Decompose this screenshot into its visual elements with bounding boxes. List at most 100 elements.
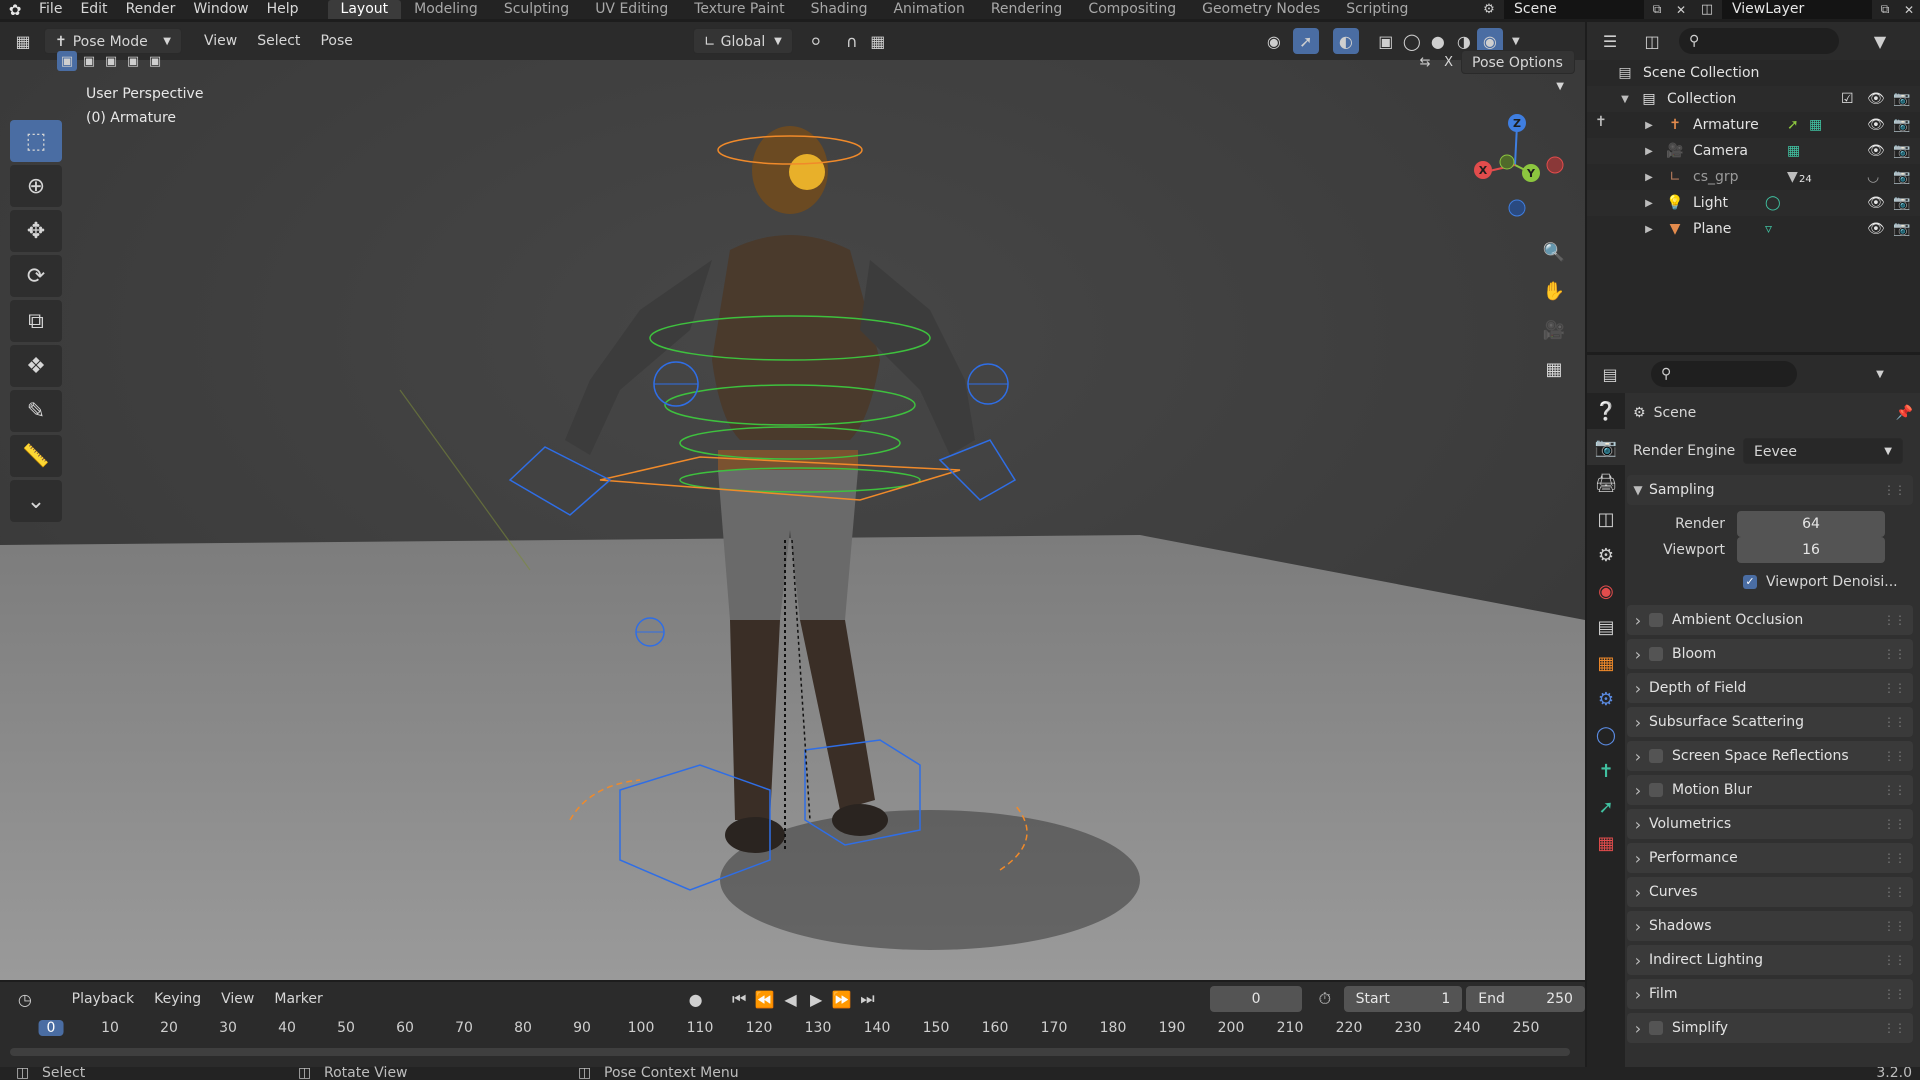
menu-file[interactable]: File	[30, 0, 71, 19]
select-intersect-icon[interactable]: ▣	[145, 51, 165, 71]
jump-end-icon[interactable]: ⏭	[855, 986, 881, 1012]
panel-enable-checkbox[interactable]	[1649, 749, 1663, 763]
panel-indirect-lighting[interactable]: › Indirect Lighting ⋮⋮	[1627, 945, 1913, 975]
physics-tab-icon[interactable]: ◯	[1587, 717, 1625, 753]
annotate-icon[interactable]: ✎	[10, 390, 62, 432]
outliner-filter-side-icon[interactable]: ✝	[1595, 114, 1607, 130]
tab-compositing[interactable]: Compositing	[1075, 0, 1189, 19]
expand-arrow-icon[interactable]: ▼	[1615, 89, 1635, 109]
tab-shading[interactable]: Shading	[798, 0, 881, 19]
render-camera-icon[interactable]: 📷	[1893, 91, 1910, 107]
render-engine-dropdown[interactable]: Eevee ▼	[1743, 438, 1903, 464]
gizmo-toggle-icon[interactable]: ➚	[1292, 28, 1319, 54]
tab-uv-editing[interactable]: UV Editing	[582, 0, 681, 19]
scene-selector-icon[interactable]: ⚙	[1474, 0, 1504, 19]
drag-handle-icon[interactable]: ⋮⋮	[1883, 483, 1906, 497]
outliner-row-light[interactable]: ▶ 💡 Light ◯ 👁 📷	[1587, 190, 1920, 216]
sampling-viewport-field[interactable]: 16	[1737, 537, 1885, 563]
stopwatch-icon[interactable]: ⏱	[1312, 986, 1338, 1012]
xray-icon[interactable]: ▣	[1373, 28, 1399, 54]
render-tab-icon[interactable]: 📷	[1587, 429, 1625, 465]
panel-screen-space-reflections[interactable]: › Screen Space Reflections ⋮⋮	[1627, 741, 1913, 771]
drag-handle-icon[interactable]: ⋮⋮	[1883, 647, 1906, 661]
drag-handle-icon[interactable]: ⋮⋮	[1883, 783, 1906, 797]
pin-icon[interactable]: 📌	[1896, 405, 1913, 421]
viewport-menu-view[interactable]: View	[194, 28, 247, 54]
start-frame-field[interactable]: Start 1	[1343, 986, 1463, 1012]
pose-options-dropdown[interactable]: Pose Options ▼	[1461, 50, 1575, 92]
outliner-row-plane[interactable]: ▶ ▼ Plane ▿ 👁 📷	[1587, 216, 1920, 242]
panel-performance[interactable]: › Performance ⋮⋮	[1627, 843, 1913, 873]
panel-bloom[interactable]: › Bloom ⋮⋮	[1627, 639, 1913, 669]
end-frame-field[interactable]: End 250	[1466, 986, 1585, 1012]
drag-handle-icon[interactable]: ⋮⋮	[1883, 749, 1906, 763]
eye-icon[interactable]: 👁	[1867, 195, 1885, 211]
measure-icon[interactable]: 📏	[10, 435, 62, 477]
drag-handle-icon[interactable]: ⋮⋮	[1883, 919, 1906, 933]
select-box-icon[interactable]: ⬚	[10, 120, 62, 162]
menu-window[interactable]: Window	[184, 0, 257, 19]
menu-help[interactable]: Help	[258, 0, 308, 19]
current-frame-marker[interactable]: 0	[38, 1020, 64, 1036]
outliner-row-armature[interactable]: ▶ ✝ Armature ➚ ▦ 👁 📷	[1587, 112, 1920, 138]
properties-editor-type-icon[interactable]: ▤	[1597, 361, 1623, 387]
panel-film[interactable]: › Film ⋮⋮	[1627, 979, 1913, 1009]
collection-tab-icon[interactable]: ▤	[1587, 609, 1625, 645]
drag-handle-icon[interactable]: ⋮⋮	[1883, 1021, 1906, 1035]
display-mode-icon[interactable]: ◫	[1639, 28, 1665, 54]
record-icon[interactable]: ●	[683, 986, 709, 1012]
timeline-scrollbar[interactable]	[10, 1048, 1570, 1056]
viewport-menu-pose[interactable]: Pose	[310, 28, 362, 54]
drag-handle-icon[interactable]: ⋮⋮	[1883, 817, 1906, 831]
modifier-tab-icon[interactable]: ⚙	[1587, 681, 1625, 717]
cursor-icon[interactable]: ⊕	[10, 165, 62, 207]
viewport-menu-select[interactable]: Select	[247, 28, 310, 54]
eye-icon[interactable]: 👁	[1867, 117, 1885, 133]
texture-tab-icon[interactable]: ▦	[1587, 825, 1625, 861]
view-layer-field[interactable]: ViewLayer	[1722, 0, 1872, 19]
expand-arrow-icon[interactable]: ▶	[1639, 219, 1659, 239]
drag-handle-icon[interactable]: ⋮⋮	[1883, 987, 1906, 1001]
timeline-menu-keying[interactable]: Keying	[144, 986, 211, 1012]
timeline-editor-type-icon[interactable]: ◷	[12, 986, 38, 1012]
editor-type-icon[interactable]: ▦	[10, 28, 36, 54]
drag-handle-icon[interactable]: ⋮⋮	[1883, 681, 1906, 695]
expand-arrow-icon[interactable]: ▶	[1639, 115, 1659, 135]
snap-target-icon[interactable]: ▦	[865, 28, 891, 54]
drag-handle-icon[interactable]: ⋮⋮	[1883, 953, 1906, 967]
collection-row[interactable]: ▼ ▤ Collection ☑ 👁 📷	[1587, 86, 1920, 112]
prev-keyframe-icon[interactable]: ⏪	[752, 986, 778, 1012]
render-camera-icon[interactable]: 📷	[1893, 195, 1910, 211]
outliner-row-camera[interactable]: ▶ 🎥 Camera ▦ 👁 📷	[1587, 138, 1920, 164]
panel-volumetrics[interactable]: › Volumetrics ⋮⋮	[1627, 809, 1913, 839]
panel-ambient-occlusion[interactable]: › Ambient Occlusion ⋮⋮	[1627, 605, 1913, 635]
pivot-point-icon[interactable]: ⚪	[803, 28, 829, 54]
panel-motion-blur[interactable]: › Motion Blur ⋮⋮	[1627, 775, 1913, 805]
drag-handle-icon[interactable]: ⋮⋮	[1883, 885, 1906, 899]
transform-icon[interactable]: ❖	[10, 345, 62, 387]
sampling-render-field[interactable]: 64	[1737, 511, 1885, 537]
eye-icon[interactable]: 👁	[1867, 221, 1885, 237]
pan-hand-icon[interactable]: ✋	[1537, 274, 1571, 308]
visibility-icon[interactable]: ◉	[1261, 28, 1287, 54]
properties-search-input[interactable]: ⚲	[1651, 361, 1797, 387]
play-reverse-icon[interactable]: ◀	[778, 986, 804, 1012]
blender-logo-icon[interactable]: ✿	[0, 0, 30, 19]
properties-options-icon[interactable]: ▼	[1867, 361, 1893, 387]
next-keyframe-icon[interactable]: ⏩	[829, 986, 855, 1012]
world-tab-icon[interactable]: ◉	[1587, 573, 1625, 609]
overlay-toggle-icon[interactable]: ◐	[1332, 28, 1359, 54]
panel-enable-checkbox[interactable]	[1649, 1021, 1663, 1035]
select-extend-icon[interactable]: ▣	[79, 51, 99, 71]
tab-scripting[interactable]: Scripting	[1333, 0, 1421, 19]
jump-start-icon[interactable]: ⏮	[726, 986, 752, 1012]
perspective-grid-icon[interactable]: ▦	[1537, 352, 1571, 386]
new-view-layer-icon[interactable]: ⧉	[1872, 0, 1898, 19]
output-tab-icon[interactable]: 🖨	[1587, 465, 1625, 501]
panel-sampling[interactable]: ▼ Sampling ⋮⋮	[1627, 475, 1913, 505]
play-icon[interactable]: ▶	[803, 986, 829, 1012]
camera-view-icon[interactable]: 🎥	[1537, 313, 1571, 347]
drag-handle-icon[interactable]: ⋮⋮	[1883, 851, 1906, 865]
delete-view-layer-icon[interactable]: ✕	[1898, 0, 1920, 19]
delete-scene-icon[interactable]: ✕	[1670, 0, 1692, 19]
